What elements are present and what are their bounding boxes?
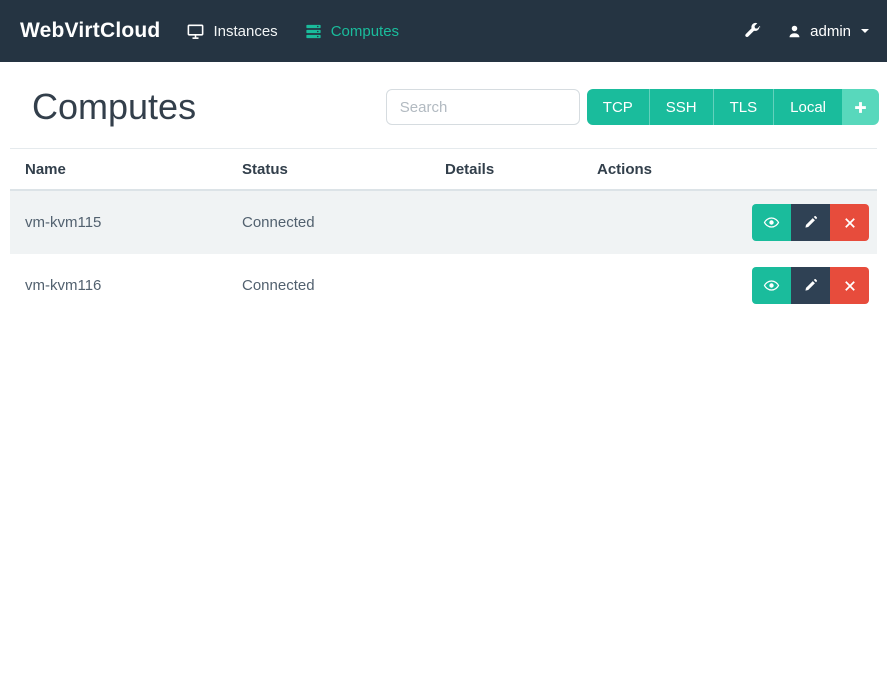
nav-item-label: Instances <box>213 22 278 40</box>
column-header-name: Name <box>10 148 227 191</box>
table-header-row: Name Status Details Actions <box>10 148 877 191</box>
compute-actions-cell <box>582 190 877 254</box>
user-menu[interactable]: admin <box>786 23 869 40</box>
server-icon <box>306 24 321 38</box>
page-header: Computes TCP SSH TLS Local <box>0 62 887 148</box>
navbar-right: admin <box>743 22 869 40</box>
add-ssh-button[interactable]: SSH <box>648 89 713 125</box>
edit-compute-button[interactable] <box>791 204 830 241</box>
search-input[interactable] <box>385 89 580 125</box>
user-name-label: admin <box>810 22 851 40</box>
x-icon <box>844 280 855 291</box>
delete-compute-button[interactable] <box>830 204 869 241</box>
view-compute-button[interactable] <box>752 267 791 304</box>
compute-actions-cell <box>582 254 877 317</box>
row-action-group <box>752 267 869 304</box>
caret-down-icon <box>861 29 869 33</box>
server-icon <box>304 22 323 41</box>
column-header-details: Details <box>430 148 582 191</box>
computes-table: Name Status Details Actions vm-kvm115 Co… <box>10 148 877 317</box>
table-row: vm-kvm115 Connected <box>10 190 877 254</box>
plus-icon <box>855 101 866 113</box>
row-action-group <box>752 204 869 241</box>
user-icon <box>789 25 800 37</box>
table-row: vm-kvm116 Connected <box>10 254 877 317</box>
compute-details-cell <box>430 254 582 317</box>
view-compute-button[interactable] <box>752 204 791 241</box>
settings-wrench-button[interactable] <box>743 22 761 40</box>
compute-status-cell: Connected <box>242 277 315 294</box>
eye-icon <box>763 280 780 291</box>
wrench-icon <box>745 22 761 38</box>
x-icon <box>844 217 855 228</box>
column-header-actions: Actions <box>582 148 877 191</box>
column-header-status: Status <box>227 148 430 191</box>
compute-name-cell: vm-kvm116 <box>25 277 102 294</box>
nav-item-computes[interactable]: Computes <box>304 22 399 41</box>
monitor-icon <box>188 24 204 39</box>
compute-status-cell: Connected <box>242 214 315 231</box>
edit-compute-button[interactable] <box>791 267 830 304</box>
add-compute-button[interactable] <box>842 89 879 125</box>
top-navbar: WebVirtCloud Instances Computes admin <box>0 0 887 62</box>
nav-item-instances[interactable]: Instances <box>186 22 278 41</box>
add-local-button[interactable]: Local <box>773 89 842 125</box>
pencil-icon <box>805 216 817 228</box>
add-tcp-button[interactable]: TCP <box>586 89 649 125</box>
page-title: Computes <box>32 86 197 127</box>
monitor-icon <box>186 22 205 41</box>
brand-title[interactable]: WebVirtCloud <box>20 19 160 43</box>
compute-details-cell <box>430 190 582 254</box>
delete-compute-button[interactable] <box>830 267 869 304</box>
add-tls-button[interactable]: TLS <box>712 89 774 125</box>
eye-icon <box>763 217 780 228</box>
pencil-icon <box>805 279 817 291</box>
header-controls: TCP SSH TLS Local <box>385 89 879 125</box>
compute-name-cell: vm-kvm115 <box>25 214 102 231</box>
add-compute-button-group: TCP SSH TLS Local <box>586 89 879 125</box>
nav-item-label: Computes <box>330 22 400 40</box>
